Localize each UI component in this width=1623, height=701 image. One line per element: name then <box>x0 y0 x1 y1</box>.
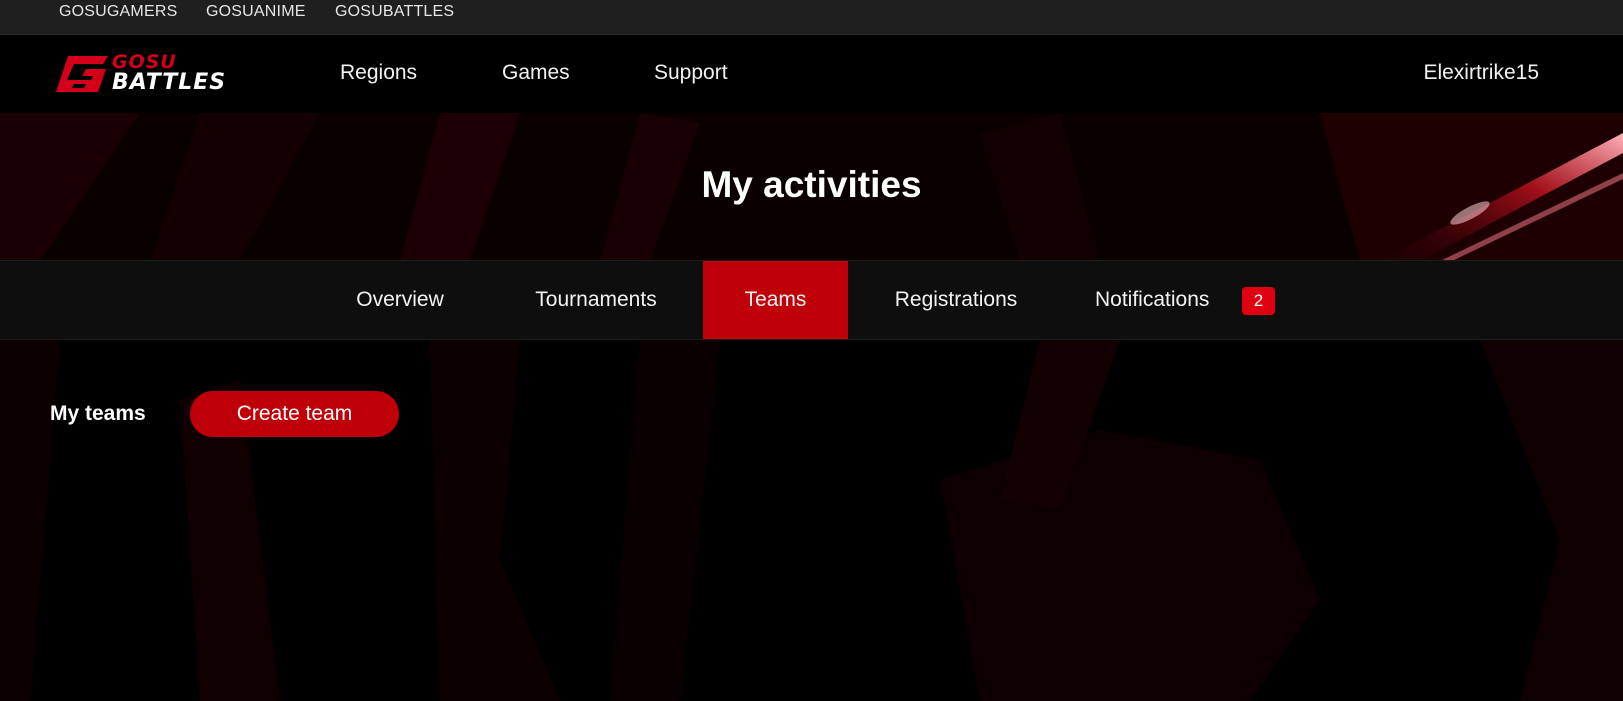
user-menu[interactable]: Elexirtrike15 <box>1423 59 1539 87</box>
logo-word-bottom: BATTLES <box>112 70 227 95</box>
nav-regions[interactable]: Regions <box>340 59 417 87</box>
nav-games[interactable]: Games <box>502 59 570 87</box>
main-header: GOSU BATTLES Regions Games Support Elexi… <box>0 35 1623 113</box>
network-link-gosugamers[interactable]: GOSUGAMERS <box>59 0 177 24</box>
tab-registrations[interactable]: Registrations <box>880 261 1032 339</box>
network-link-gosuanime[interactable]: GOSUANIME <box>206 0 306 24</box>
my-teams-label: My teams <box>50 402 146 425</box>
logo-mark-icon <box>56 56 108 92</box>
tab-tournaments[interactable]: Tournaments <box>516 261 676 339</box>
page-title: My activities <box>701 164 922 205</box>
network-link-gosubattles[interactable]: GOSUBATTLES <box>335 0 454 24</box>
logo[interactable]: GOSU BATTLES <box>54 53 262 95</box>
create-team-button[interactable]: Create team <box>190 391 399 437</box>
notifications-count-badge: 2 <box>1242 287 1275 315</box>
activity-tabs: Overview Tournaments Teams Registrations… <box>0 260 1623 340</box>
nav-support[interactable]: Support <box>654 59 728 87</box>
teams-content: My teams Create team <box>0 340 1623 701</box>
network-bar: GOSUGAMERS GOSUANIME GOSUBATTLES <box>0 0 1623 35</box>
tab-teams[interactable]: Teams <box>703 261 848 339</box>
tab-overview[interactable]: Overview <box>335 261 465 339</box>
hero-banner: My activities <box>0 113 1623 261</box>
